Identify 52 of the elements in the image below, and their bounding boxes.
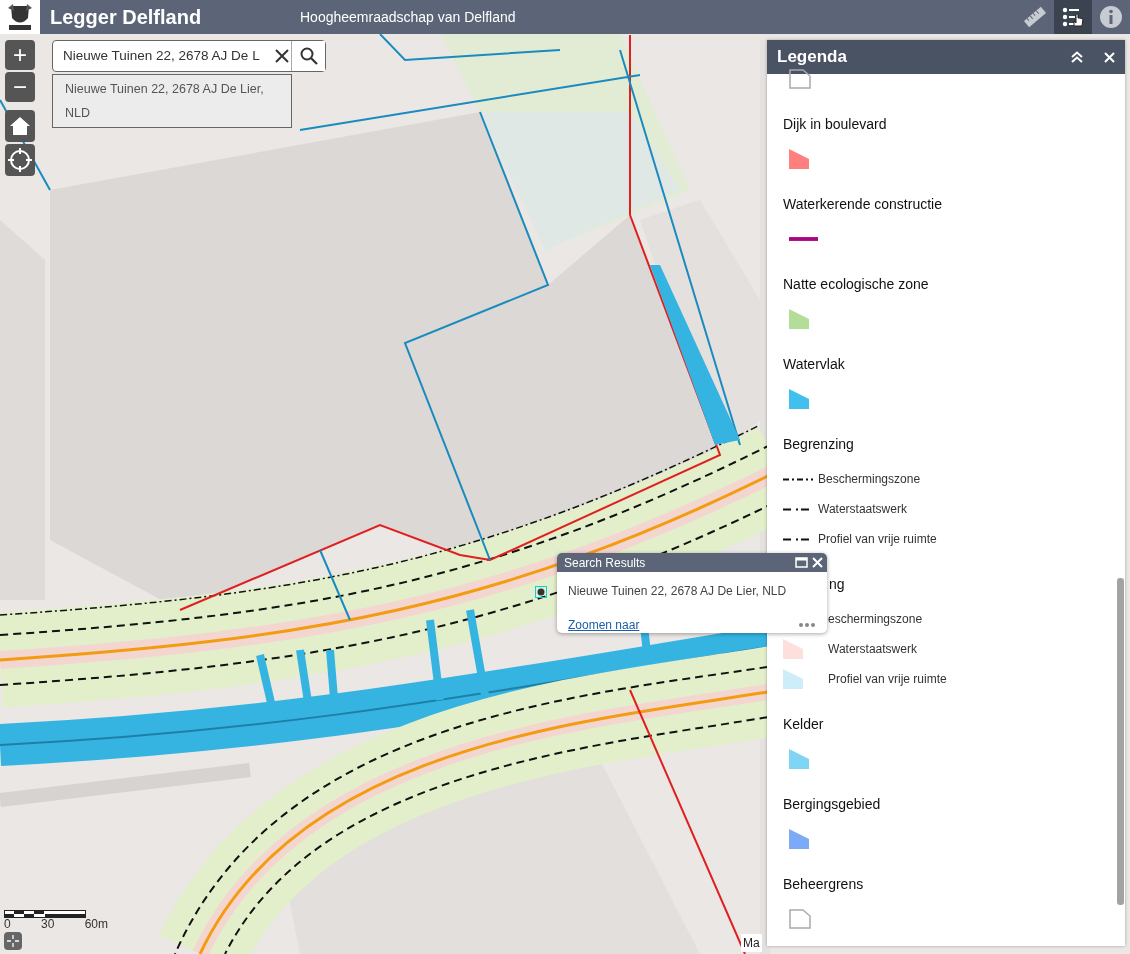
home-icon [9, 116, 31, 136]
crosshair-icon [7, 935, 19, 947]
app-subtitle: Hoogheemraadschap van Delfland [300, 7, 516, 27]
home-button[interactable] [5, 110, 35, 142]
zoom-in-button[interactable]: + [5, 40, 35, 70]
scale-label: 60m [84, 918, 108, 931]
zoom-out-button[interactable]: − [5, 72, 35, 102]
more-icon[interactable] [799, 623, 815, 627]
location-marker-icon [535, 586, 547, 598]
legend-group-title: Waterkerende constructie [783, 195, 943, 214]
search-box[interactable]: Nieuwe Tuinen 22, 2678 AJ De L [52, 40, 326, 72]
clear-icon[interactable] [275, 49, 290, 63]
locate-button[interactable] [5, 144, 35, 176]
popup-title: Search Results [564, 554, 646, 572]
search-button[interactable] [291, 41, 325, 71]
search-field[interactable]: Nieuwe Tuinen 22, 2678 AJ De L [53, 41, 276, 71]
outline-polygon-icon [789, 69, 811, 89]
scrollbar-thumb[interactable] [1117, 578, 1124, 905]
zoom-to-link[interactable]: Zoomen naar [568, 616, 640, 634]
legend-item-label: eschermingszone [827, 611, 923, 628]
legend-item-label: Beschermingszone [818, 471, 921, 488]
search-suggestion[interactable]: Nieuwe Tuinen 22, 2678 AJ De Lier, NLD [52, 74, 292, 128]
double-chevron-up-icon[interactable] [1070, 51, 1084, 63]
legend-group-title: Watervlak [783, 355, 846, 374]
list-icon [1061, 5, 1085, 30]
legend-group-title: ng [829, 575, 846, 594]
legend-item-label: Profiel van vrije ruimte [818, 531, 937, 548]
close-icon[interactable] [1104, 51, 1115, 63]
outline-polygon-icon [789, 909, 811, 929]
legend-item-label: Profiel van vrije ruimte [827, 671, 947, 688]
legend-item-label: Waterstaatswerk [818, 501, 907, 518]
result-address: Nieuwe Tuinen 22, 2678 AJ De Lier, NLD [568, 583, 788, 600]
map-attribution: Ma [741, 934, 762, 952]
legend-group-title: Natte ecologische zone [783, 275, 930, 294]
app-title: Legger Delfland [50, 5, 203, 30]
legend-item-label: Waterstaatswerk [827, 641, 917, 658]
crosshair-icon [8, 148, 32, 172]
scale-label: 0 [4, 918, 11, 931]
maximize-icon[interactable] [795, 557, 808, 568]
info-icon [1099, 5, 1123, 30]
legend-group-title: Begrenzing [783, 435, 855, 454]
legend-title: Legenda [777, 46, 847, 69]
locate-small-button[interactable] [4, 932, 22, 950]
scale-label: 30 [41, 918, 55, 931]
legend-group-title: Beheergrens [783, 875, 865, 894]
legend-group-title: Bergingsgebied [783, 795, 882, 814]
dash-dot-line-icon [783, 477, 813, 481]
close-icon[interactable] [812, 557, 823, 568]
search-icon [299, 47, 318, 65]
legend-group-title: Kelder [783, 715, 825, 734]
legend-group-title: Dijk in boulevard [783, 115, 888, 134]
legend-tool-button[interactable] [1054, 0, 1092, 34]
